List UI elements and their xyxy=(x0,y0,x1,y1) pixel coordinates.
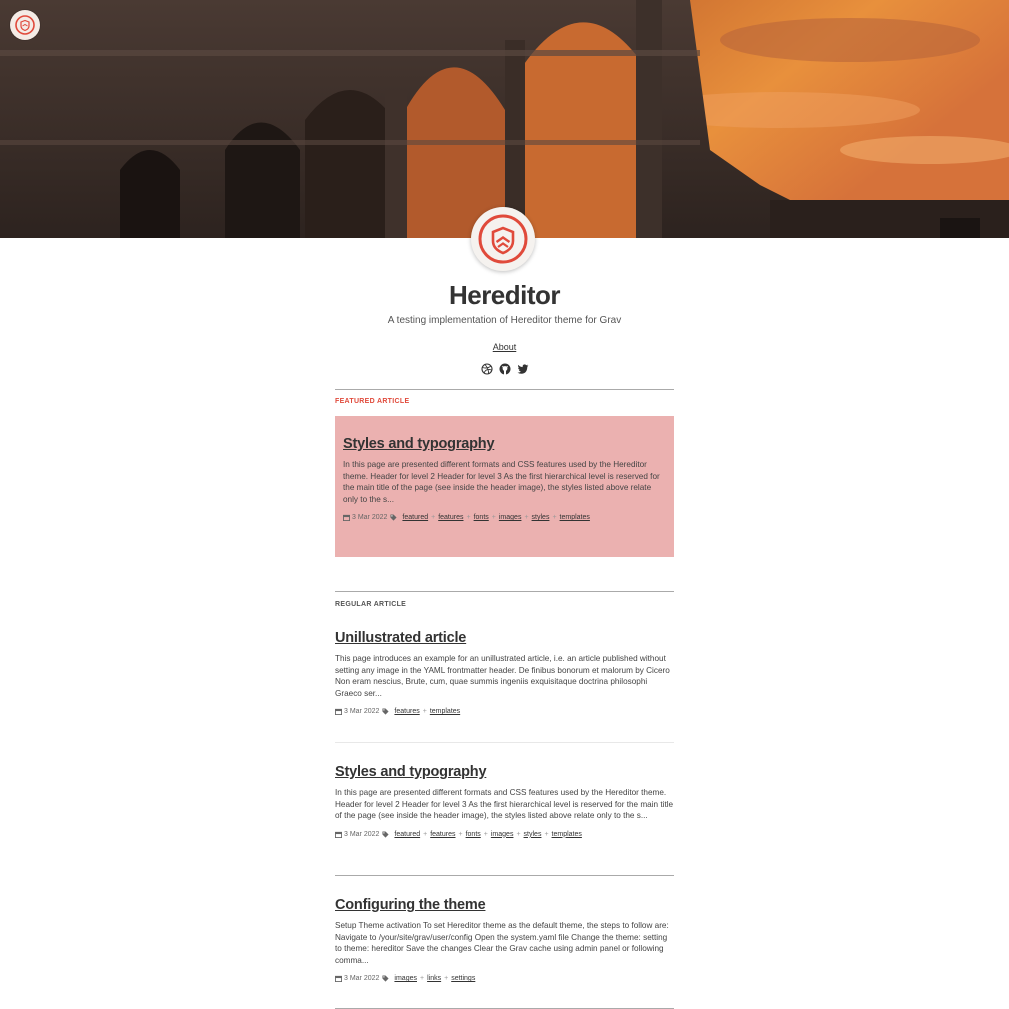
tag-link[interactable]: styles xyxy=(524,831,542,838)
article-excerpt: In this page are presented different for… xyxy=(343,460,660,504)
article-card[interactable]: Unillustrated article This page introduc… xyxy=(335,630,674,716)
article-card[interactable]: Styles and typography In this page are p… xyxy=(335,764,674,838)
github-icon[interactable] xyxy=(499,362,511,375)
tag-link[interactable]: features xyxy=(430,831,455,838)
tag-link[interactable]: featured xyxy=(394,831,420,838)
article-card[interactable]: Configuring the theme Setup Theme activa… xyxy=(335,897,674,983)
article-date: 3 Mar 2022 xyxy=(344,708,380,716)
tag-link[interactable]: featured xyxy=(402,514,428,521)
calendar-icon xyxy=(343,515,350,522)
article-date: 3 Mar 2022 xyxy=(352,514,388,522)
calendar-icon xyxy=(335,709,342,716)
tag-icon xyxy=(390,514,397,521)
nav-about-link[interactable]: About xyxy=(493,342,517,352)
tag-link[interactable]: images xyxy=(394,975,417,982)
section-divider xyxy=(335,389,674,390)
tag-icon xyxy=(382,831,389,838)
article-meta: 3 Mar 2022 featured + features + fonts + im… xyxy=(343,514,666,522)
article-excerpt: Setup Theme activation To set Hereditor … xyxy=(335,921,669,965)
tag-link[interactable]: templates xyxy=(430,708,460,715)
tag-icon xyxy=(382,975,389,982)
tag-link[interactable]: links xyxy=(427,975,441,982)
tag-link[interactable]: templates xyxy=(552,831,582,838)
article-divider xyxy=(335,742,674,743)
tag-link[interactable]: fonts xyxy=(474,514,489,521)
twitter-icon[interactable] xyxy=(517,362,529,374)
main-nav: About xyxy=(0,342,1009,352)
shield-logo-icon xyxy=(15,15,35,35)
article-meta: 3 Mar 2022 images + links + settings xyxy=(335,975,674,983)
shield-logo-icon xyxy=(478,214,528,264)
tag-link[interactable]: features xyxy=(394,708,419,715)
tag-link[interactable]: images xyxy=(499,514,522,521)
article-title[interactable]: Unillustrated article xyxy=(335,630,674,646)
dribbble-icon[interactable] xyxy=(480,362,493,375)
header-image xyxy=(0,0,1009,238)
article-date: 3 Mar 2022 xyxy=(344,975,380,983)
tag-link[interactable]: fonts xyxy=(466,831,481,838)
tag-link[interactable]: settings xyxy=(451,975,475,982)
tag-link[interactable]: templates xyxy=(560,514,590,521)
article-meta: 3 Mar 2022 features + templates xyxy=(335,708,674,716)
tag-link[interactable]: features xyxy=(438,514,463,521)
featured-section-label: Featured article xyxy=(335,398,410,405)
article-title[interactable]: Configuring the theme xyxy=(335,897,674,913)
calendar-icon xyxy=(335,831,342,838)
tag-link[interactable]: images xyxy=(491,831,514,838)
article-title[interactable]: Styles and typography xyxy=(335,764,674,780)
site-title: Hereditor xyxy=(448,280,561,310)
featured-article-card[interactable]: Styles and typography In this page are p… xyxy=(335,416,674,557)
article-date: 3 Mar 2022 xyxy=(344,830,380,838)
article-divider xyxy=(335,875,674,876)
site-avatar[interactable] xyxy=(471,207,535,271)
article-meta: 3 Mar 2022 featured + features + fonts + im… xyxy=(335,831,674,838)
section-divider xyxy=(335,591,674,592)
article-title[interactable]: Styles and typography xyxy=(343,436,666,452)
article-excerpt: In this page are presented different for… xyxy=(335,788,674,821)
regular-section-label: Regular article xyxy=(335,601,407,608)
article-excerpt: This page introduces an example for an u… xyxy=(335,654,670,698)
social-links xyxy=(0,362,1009,375)
tag-icon xyxy=(382,708,389,715)
calendar-icon xyxy=(335,976,342,983)
site-subtitle: A testing implementation of Hereditor th… xyxy=(387,315,622,326)
corner-logo[interactable] xyxy=(10,10,40,40)
tag-link[interactable]: styles xyxy=(532,514,550,521)
